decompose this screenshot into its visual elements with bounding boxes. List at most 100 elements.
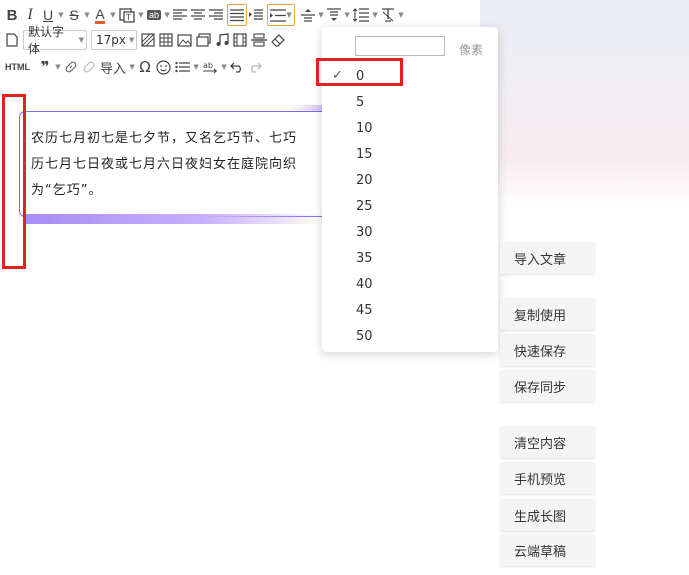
font-family-select[interactable]: 默认字体 ▼ bbox=[23, 25, 87, 56]
new-document-button[interactable] bbox=[3, 29, 21, 51]
emoji-button[interactable] bbox=[154, 56, 173, 78]
unlink-button[interactable] bbox=[80, 56, 98, 78]
font-color-button[interactable]: A bbox=[91, 4, 109, 26]
indent-option-35[interactable]: 35 bbox=[322, 245, 498, 271]
indent-option-label: 50 bbox=[356, 329, 373, 344]
align-justify-icon bbox=[230, 8, 245, 21]
align-center-icon bbox=[191, 9, 206, 20]
vertical-spacing-icon bbox=[301, 9, 316, 22]
spacing-after-caret[interactable]: ▼ bbox=[343, 4, 351, 26]
editor-text[interactable]: 农历七月初七是七夕节，又名乞巧节、七巧 历七月七日夜或七月六日夜妇女在庭院向织 … bbox=[31, 126, 341, 204]
save-sync-button[interactable]: 保存同步 bbox=[500, 370, 595, 402]
redo-button[interactable] bbox=[246, 56, 264, 78]
image-icon bbox=[177, 33, 192, 47]
special-char-button[interactable]: Ω bbox=[136, 56, 154, 78]
text-direction-button[interactable]: ab bbox=[200, 56, 220, 78]
insert-table-button[interactable] bbox=[157, 29, 175, 51]
insert-gallery-button[interactable] bbox=[194, 29, 213, 51]
indent-option-5[interactable]: 5 bbox=[322, 89, 498, 115]
font-size-select[interactable]: 17px ▼ bbox=[91, 30, 137, 50]
mobile-preview-button[interactable]: 手机预览 bbox=[500, 462, 595, 494]
gallery-icon bbox=[196, 33, 211, 47]
background-pattern-button[interactable] bbox=[139, 29, 157, 51]
toolbar-row-2: 默认字体 ▼ 17px ▼ bbox=[0, 25, 288, 56]
insert-image-button[interactable] bbox=[175, 29, 194, 51]
highlight-dropdown-caret[interactable]: ▼ bbox=[163, 4, 171, 26]
line-height-icon bbox=[353, 8, 370, 22]
editor-line-2: 历七月七日夜或七月六日夜妇女在庭院向织 bbox=[31, 157, 298, 172]
align-right-icon bbox=[209, 9, 224, 20]
background-sky bbox=[480, 0, 689, 210]
list-dropdown-caret[interactable]: ▼ bbox=[192, 56, 200, 78]
insert-divider-button[interactable] bbox=[249, 29, 269, 51]
list-button[interactable] bbox=[173, 56, 192, 78]
vertical-spacing-button[interactable] bbox=[299, 4, 317, 26]
indent-button[interactable] bbox=[247, 4, 265, 26]
clear-format-button[interactable] bbox=[379, 4, 397, 26]
decorative-wave-bottom bbox=[26, 214, 326, 224]
align-center-button[interactable] bbox=[189, 4, 207, 26]
font-color-icon: A bbox=[95, 5, 105, 24]
indent-value-input[interactable] bbox=[355, 36, 445, 56]
indent-option-25[interactable]: 25 bbox=[322, 193, 498, 219]
link-button[interactable] bbox=[62, 56, 80, 78]
quick-save-button[interactable]: 快速保存 bbox=[500, 334, 595, 366]
import-dropdown-caret[interactable]: ▼ bbox=[128, 56, 136, 78]
indent-option-label: 25 bbox=[356, 199, 373, 214]
align-left-button[interactable] bbox=[171, 4, 189, 26]
background-color-icon: T bbox=[119, 8, 135, 23]
cloud-draft-button[interactable]: 云端草稿 bbox=[500, 534, 595, 566]
strikethrough-dropdown-caret[interactable]: ▼ bbox=[83, 4, 91, 26]
quote-icon: ❞ bbox=[40, 58, 50, 76]
indent-icon bbox=[249, 9, 264, 20]
insert-video-button[interactable] bbox=[231, 29, 249, 51]
highlight-button[interactable]: ab bbox=[145, 4, 163, 26]
eraser-button[interactable] bbox=[269, 29, 288, 51]
chevron-down-icon: ▼ bbox=[78, 36, 84, 44]
generate-long-image-button[interactable]: 生成长图 bbox=[500, 499, 595, 531]
font-family-value: 默认字体 bbox=[28, 25, 65, 56]
indent-option-30[interactable]: 30 bbox=[322, 219, 498, 245]
align-right-button[interactable] bbox=[207, 4, 225, 26]
indent-option-40[interactable]: 40 bbox=[322, 271, 498, 297]
redo-icon bbox=[251, 62, 262, 73]
background-color-dropdown-caret[interactable]: ▼ bbox=[137, 4, 145, 26]
undo-button[interactable] bbox=[228, 56, 246, 78]
background-color-button[interactable]: T bbox=[117, 4, 137, 26]
editor-line-3: 为“乞巧”。 bbox=[31, 183, 103, 198]
editor-content-box[interactable]: 农历七月初七是七夕节，又名乞巧节、七巧 历七月七日夜或七月六日夜妇女在庭院向织 … bbox=[19, 111, 349, 217]
paragraph-indent-caret[interactable]: ▼ bbox=[286, 4, 292, 26]
font-color-dropdown-caret[interactable]: ▼ bbox=[109, 4, 117, 26]
selected-option-highlight-box bbox=[316, 58, 403, 86]
paragraph-indent-icon bbox=[270, 8, 287, 22]
indent-option-20[interactable]: 20 bbox=[322, 167, 498, 193]
align-justify-button[interactable] bbox=[227, 4, 248, 26]
spacing-after-button[interactable] bbox=[325, 4, 343, 26]
indent-option-10[interactable]: 10 bbox=[322, 115, 498, 141]
eraser-icon bbox=[271, 33, 285, 47]
text-direction-icon: ab bbox=[203, 61, 218, 74]
insert-music-button[interactable] bbox=[213, 29, 231, 51]
line-height-button[interactable] bbox=[351, 4, 371, 26]
quote-button[interactable]: ❞ bbox=[36, 56, 54, 78]
copy-use-button[interactable]: 复制使用 bbox=[500, 298, 595, 330]
import-article-button[interactable]: 导入文章 bbox=[500, 242, 595, 274]
indent-highlight-box bbox=[2, 94, 26, 269]
import-button[interactable]: 导入 bbox=[98, 56, 128, 78]
indent-option-label: 30 bbox=[356, 225, 373, 240]
clear-format-caret[interactable]: ▼ bbox=[397, 4, 405, 26]
vertical-spacing-caret[interactable]: ▼ bbox=[317, 4, 325, 26]
clear-content-button[interactable]: 清空内容 bbox=[500, 426, 595, 458]
bold-button[interactable]: B bbox=[3, 4, 21, 26]
quote-dropdown-caret[interactable]: ▼ bbox=[54, 56, 62, 78]
indent-option-15[interactable]: 15 bbox=[322, 141, 498, 167]
link-icon bbox=[65, 61, 77, 73]
font-size-value: 17px bbox=[96, 33, 126, 47]
indent-option-50[interactable]: 50 bbox=[322, 323, 498, 349]
text-direction-caret[interactable]: ▼ bbox=[220, 56, 228, 78]
html-source-button[interactable]: HTML bbox=[3, 56, 32, 78]
list-icon bbox=[175, 61, 191, 73]
indent-option-45[interactable]: 45 bbox=[322, 297, 498, 323]
paragraph-indent-button[interactable]: ▼ bbox=[267, 4, 296, 26]
line-height-caret[interactable]: ▼ bbox=[371, 4, 379, 26]
